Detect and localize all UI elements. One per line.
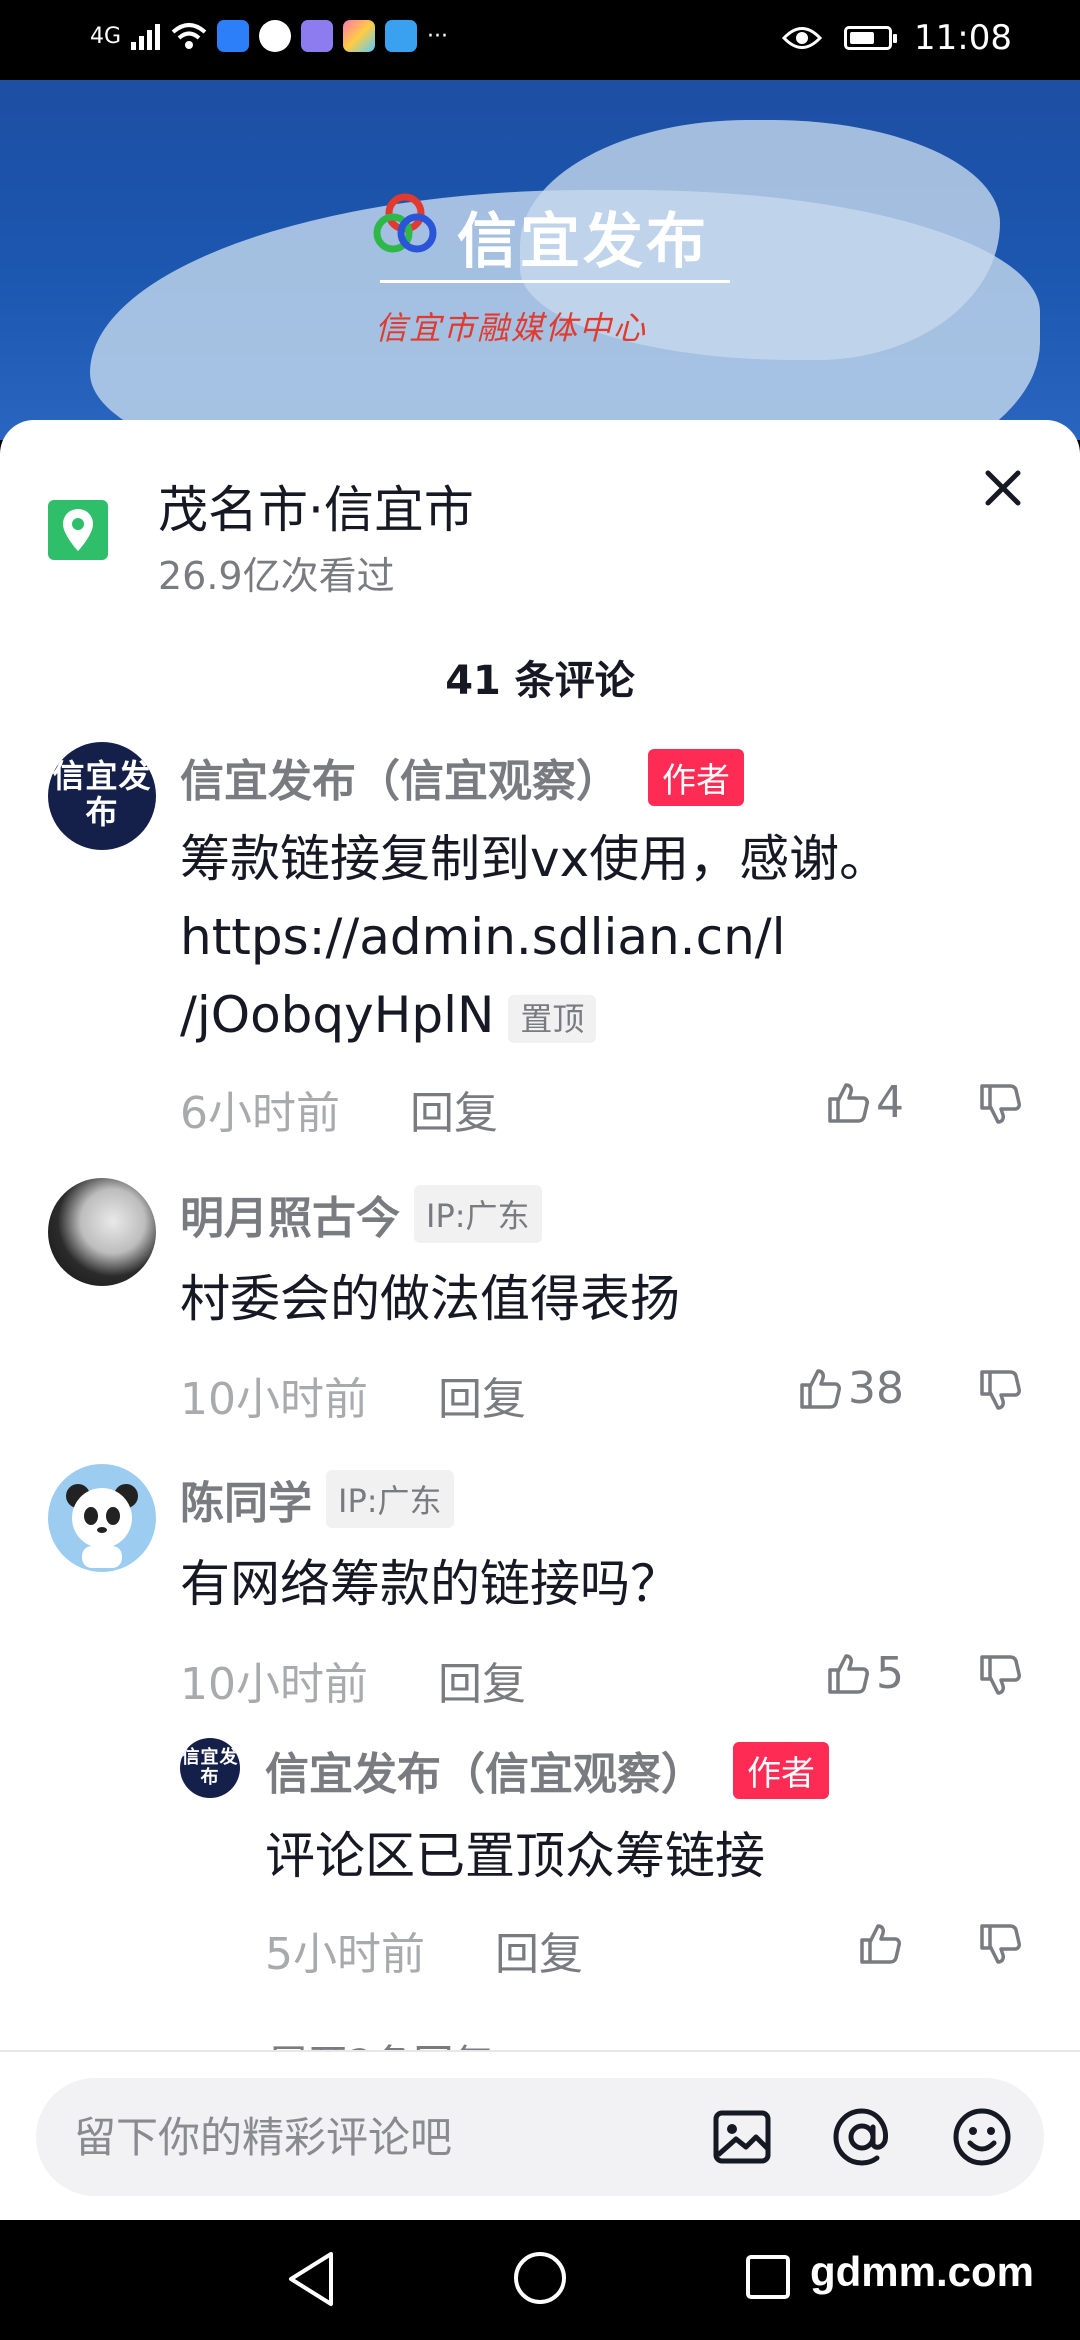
status-icons-left: 4G ··· (90, 20, 448, 52)
like-count: 5 (876, 1648, 904, 1699)
comment-username[interactable]: 明月照古今 IP:广东 (180, 1182, 542, 1246)
comments-count: 41 条评论 (445, 658, 635, 704)
status-icons-right: 11:08 (782, 18, 1012, 58)
comment-time: 6小时前 (180, 1088, 340, 1139)
gallery-app-icon (343, 20, 376, 52)
thumbs-up-icon (828, 1653, 869, 1694)
panda-avatar-icon (66, 1484, 138, 1568)
username-text: 信宜发布（信宜观察） (180, 756, 620, 807)
ip-location-badge: IP:广东 (326, 1470, 454, 1528)
recents-icon[interactable] (745, 2254, 791, 2300)
comment-username[interactable]: 陈同学 IP:广东 (180, 1467, 454, 1531)
signal-icon (131, 24, 161, 50)
comment-text: 村委会的做法值得表扬 (180, 1270, 680, 1328)
like-button[interactable]: 5 (826, 1648, 904, 1699)
reply-button[interactable]: 回复 (438, 1363, 526, 1427)
thumbs-up-icon (800, 1368, 841, 1409)
comment-time: 10小时前 (180, 1659, 368, 1710)
watermark: gdmm.com (810, 2248, 1035, 2295)
username-text: 陈同学 (180, 1478, 312, 1529)
clock: 11:08 (914, 18, 1012, 58)
reply-button[interactable]: 回复 (410, 1077, 498, 1141)
comment-input[interactable] (74, 2108, 694, 2166)
thumbs-down-icon[interactable] (978, 1082, 1022, 1126)
thumbs-up-icon (828, 1082, 869, 1123)
thumbs-down-icon[interactable] (978, 1653, 1022, 1697)
logo-title: 信宜发布 (457, 207, 709, 277)
video-banner[interactable]: 信宜发布 信宜市融媒体中心 (0, 80, 1080, 440)
comment-input-bar (0, 2050, 1080, 2220)
comment-text: 筹款链接复制到vx使用，感谢。 https://admin.sdlian.cn/… (180, 820, 1040, 1054)
network-type: 4G (90, 23, 122, 49)
comment-username[interactable]: 信宜发布（信宜观察） 作者 (180, 745, 744, 809)
status-bar: 4G ··· 11:08 (0, 0, 1080, 80)
avatar[interactable] (48, 1464, 156, 1572)
back-icon[interactable] (285, 2250, 337, 2308)
eye-icon (782, 27, 823, 49)
wifi-icon (171, 23, 207, 49)
avatar[interactable] (48, 1178, 156, 1286)
comment-text-line-1: 筹款链接复制到vx使用，感谢。 (180, 830, 890, 888)
reply-username[interactable]: 信宜发布（信宜观察） 作者 (265, 1738, 829, 1802)
shield-app-icon (217, 20, 250, 52)
like-button[interactable]: 38 (798, 1363, 904, 1414)
emoji-icon[interactable] (950, 2105, 1014, 2169)
browser-app-icon (259, 20, 292, 52)
comment-time: 10小时前 (180, 1374, 368, 1425)
logo-rings-icon (373, 193, 437, 253)
image-icon[interactable] (710, 2105, 774, 2169)
author-badge: 作者 (648, 748, 744, 806)
comment-text: 有网络筹款的链接吗？ (180, 1555, 680, 1613)
comment-link-line-2[interactable]: /jOobqyHplN (180, 986, 494, 1044)
mention-icon[interactable] (830, 2105, 894, 2169)
home-icon[interactable] (512, 2250, 568, 2306)
like-count: 38 (848, 1363, 904, 1414)
username-text: 明月照古今 (180, 1193, 400, 1244)
like-count: 4 (876, 1077, 904, 1128)
location-title[interactable]: 茂名市·信宜市 (158, 470, 474, 542)
reply-time: 5小时前 (265, 1929, 425, 1980)
like-button[interactable]: 4 (826, 1077, 904, 1128)
thumbs-up-icon[interactable] (858, 1922, 902, 1966)
reply-button[interactable]: 回复 (438, 1648, 526, 1712)
weather-app-icon (385, 20, 418, 52)
comments-sheet: 茂名市·信宜市 26.9亿次看过 41 条评论 信宜发布 信宜发布（信宜观察） … (0, 420, 1080, 2220)
comment-input-container[interactable] (36, 2078, 1044, 2196)
battery-icon (844, 26, 898, 50)
comment-link-line-1[interactable]: https://admin.sdlian.cn/l (180, 898, 1040, 976)
logo-divider (380, 280, 730, 283)
music-app-icon (301, 20, 334, 52)
close-icon[interactable] (980, 465, 1026, 511)
reply-avatar[interactable]: 信宜发布 (180, 1738, 240, 1798)
avatar[interactable]: 信宜发布 (48, 742, 156, 850)
ip-location-badge: IP:广东 (414, 1185, 542, 1243)
logo-subtitle: 信宜市融媒体中心 (375, 309, 648, 347)
thumbs-down-icon[interactable] (978, 1368, 1022, 1412)
thumbs-down-icon[interactable] (978, 1922, 1022, 1966)
reply-text: 评论区已置顶众筹链接 (265, 1827, 765, 1885)
username-text: 信宜发布（信宜观察） (265, 1749, 705, 1800)
location-pin-icon[interactable] (48, 500, 108, 560)
pinned-badge: 置顶 (508, 994, 597, 1043)
avatar-text: 信宜发布 (52, 757, 152, 831)
more-notifications-icon: ··· (427, 23, 449, 49)
location-views: 26.9亿次看过 (158, 554, 395, 598)
reply-button[interactable]: 回复 (495, 1918, 583, 1982)
avatar-text: 信宜发布 (181, 1747, 239, 1788)
author-badge: 作者 (733, 1741, 829, 1799)
navigation-bar: gdmm.com (0, 2220, 1080, 2340)
